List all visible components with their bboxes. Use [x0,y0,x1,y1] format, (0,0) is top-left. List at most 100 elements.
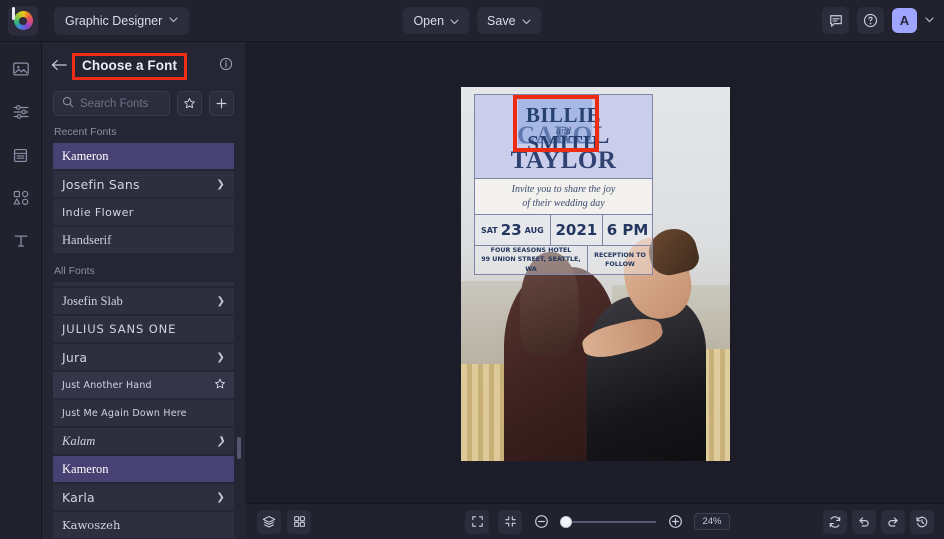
sidebar-item-adjust[interactable] [8,99,34,125]
list-item[interactable]: Kameron [53,143,234,169]
top-bar: Graphic Designer Open Save A [0,0,944,42]
font-name: Kameron [62,148,109,163]
reception-line-1: RECEPTION TO [594,251,646,259]
font-name: Jura [62,349,88,365]
font-name: Just Me Again Down Here [62,407,187,419]
chevron-right-icon[interactable]: ❯ [216,352,225,363]
search-input[interactable] [80,97,161,110]
open-button[interactable]: Open [403,7,470,34]
save-label: Save [487,13,516,28]
font-name: JULIUS SANS ONE [62,322,177,336]
panel-header: Choose a Font [42,50,245,83]
zoom-slider-handle[interactable] [560,515,572,528]
chevron-right-icon[interactable]: ❯ [217,436,225,447]
app-mode-label: Graphic Designer [65,13,163,28]
time-cell[interactable]: 6 PM [603,215,652,245]
list-item[interactable]: Kawoszeh [53,512,234,538]
top-bar-right: A [822,7,934,34]
tool-rail [0,42,42,539]
font-panel: Choose a Font Recent Fonts Kame [42,42,245,539]
history-icon[interactable] [910,509,934,534]
favorites-star-button[interactable] [177,91,202,116]
list-item[interactable]: Josefin Sans ❯ [53,171,234,197]
chevron-right-icon[interactable]: ❯ [216,492,225,503]
invitation-message[interactable]: Invite you to share the joy of their wed… [475,179,652,215]
fit-to-screen-icon[interactable] [498,509,522,534]
chevron-right-icon[interactable]: ❯ [217,296,225,307]
list-item[interactable]: Indie Flower [53,199,234,225]
chevron-right-icon[interactable]: ❯ [216,179,225,190]
zoom-in-icon[interactable] [665,512,685,532]
date-cell[interactable]: SAT 23 AUG [475,215,551,245]
invitation-names-block[interactable]: CAROL TAYLOR BILLIE and SMITH [475,95,652,179]
list-partial-row [53,282,234,286]
sidebar-item-graphics[interactable] [8,185,34,211]
open-label: Open [413,13,445,28]
star-icon[interactable] [214,378,226,393]
panel-scrollbar[interactable] [237,437,241,459]
font-name: Karla [62,489,95,505]
app-root: Graphic Designer Open Save A Choose a Fo… [0,0,944,539]
reset-refresh-icon[interactable] [823,509,847,534]
chevron-down-icon [521,14,531,28]
sidebar-item-text[interactable] [8,228,34,254]
avatar-chevron-down-icon[interactable] [925,16,934,25]
list-item[interactable]: Just Me Again Down Here [53,400,234,426]
list-item[interactable]: Josefin Slab ❯ [53,288,234,314]
all-fonts-label: All Fonts [54,265,95,277]
zoom-slider[interactable] [560,515,656,529]
layers-icon[interactable] [257,509,281,534]
avatar[interactable]: A [892,8,917,33]
font-name: Handserif [62,232,112,247]
save-button[interactable]: Save [477,7,541,34]
list-item[interactable]: Kalam ❯ [53,428,234,454]
font-name: Kalam [62,433,96,448]
undo-icon[interactable] [852,509,876,534]
info-icon[interactable] [219,57,233,76]
back-arrow-icon[interactable] [51,58,69,75]
day-label: SAT [480,225,498,235]
redo-icon[interactable] [881,509,905,534]
year-cell[interactable]: 2021 [551,215,604,245]
recent-fonts-label: Recent Fonts [54,126,117,138]
fullscreen-icon[interactable] [465,509,489,534]
help-icon[interactable] [857,7,884,34]
bottom-bar: 24% [245,503,944,539]
search-input-wrapper[interactable] [53,91,170,116]
befunky-logo-icon[interactable] [8,5,38,36]
zoom-level-value[interactable]: 24% [694,513,730,530]
bottom-left-tools [257,509,311,534]
artboard[interactable]: CAROL TAYLOR BILLIE and SMITH Invite you… [461,87,730,461]
invitation-footer-row: FOUR SEASONS HOTEL 99 UNION STREET, SEAT… [475,246,652,274]
all-fonts-list: Josefin Slab ❯ JULIUS SANS ONE Jura ❯ Ju… [42,288,245,538]
feedback-chat-icon[interactable] [822,7,849,34]
list-item[interactable]: Just Another Hand [53,372,234,398]
reception-line-2: FOLLOW [605,261,635,268]
sidebar-item-templates[interactable] [8,142,34,168]
font-name: Indie Flower [62,205,134,219]
sidebar-item-image[interactable] [8,56,34,82]
message-line-2: of their wedding day [522,197,605,209]
add-font-button[interactable] [209,91,234,116]
date-number: 23 [500,221,522,239]
list-item[interactable]: Handserif [53,227,234,253]
font-name: Kameron [62,461,109,476]
search-icon [62,95,74,113]
list-item[interactable]: Jura ❯ [53,344,234,370]
app-mode-dropdown[interactable]: Graphic Designer [54,6,190,35]
page-title: Choose a Font [82,58,178,73]
invitation-card[interactable]: CAROL TAYLOR BILLIE and SMITH Invite you… [474,94,653,275]
canvas-area[interactable]: CAROL TAYLOR BILLIE and SMITH Invite you… [245,42,944,503]
grid-icon[interactable] [287,509,311,534]
venue-cell[interactable]: FOUR SEASONS HOTEL 99 UNION STREET, SEAT… [475,246,588,274]
recent-fonts-list: Kameron Josefin Sans ❯ Indie Flower Hand… [42,143,245,253]
list-item[interactable]: Kameron [53,456,234,482]
list-item[interactable]: JULIUS SANS ONE [53,316,234,342]
zoom-out-icon[interactable] [531,512,551,532]
selection-bounding-box[interactable] [513,95,599,152]
zoom-controls: 24% [465,509,730,534]
reception-cell[interactable]: RECEPTION TO FOLLOW [588,246,652,274]
font-name: Josefin Slab [62,293,123,308]
list-item[interactable]: Karla ❯ [53,484,234,510]
zoom-slider-track [560,520,656,523]
